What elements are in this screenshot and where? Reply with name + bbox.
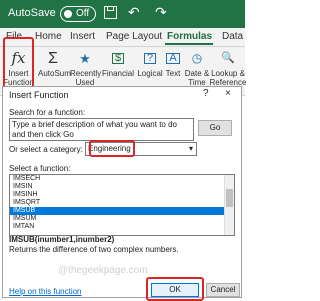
toggle-knob (64, 10, 72, 18)
autosave-state: Off (76, 8, 90, 19)
text-label: Text (165, 69, 181, 78)
autosave-toggle[interactable]: Off (60, 6, 96, 22)
watermark: @thegeekpage.com (58, 265, 148, 276)
category-label: Or select a category: (9, 145, 83, 154)
function-description: Returns the difference of two complex nu… (9, 245, 179, 254)
question-book-icon: ? (136, 47, 164, 69)
tab-insert[interactable]: Insert (70, 31, 95, 42)
cancel-button[interactable]: Cancel (206, 283, 240, 297)
ok-highlight (146, 277, 204, 301)
financial-book-icon: $ (101, 47, 135, 69)
lookup-label-line1: Lookup & (211, 69, 245, 78)
text-book-icon: A (164, 47, 182, 69)
close-icon[interactable]: × (225, 88, 231, 99)
logical-button[interactable]: ? Logical (136, 47, 164, 78)
logical-label: Logical (137, 69, 163, 78)
chevron-down-icon[interactable]: ▾ (185, 142, 197, 156)
lookup-book-icon: 🔍 (221, 51, 235, 64)
select-function-label: Select a function: (9, 164, 71, 173)
ribbon-tabs: File Home Insert Page Layout Formulas Da… (0, 28, 245, 47)
list-item[interactable]: IMTAN (10, 223, 234, 231)
list-item-selected[interactable]: IMSUB (10, 207, 234, 215)
list-item[interactable]: IMSUM (10, 215, 234, 223)
text-button[interactable]: A Text (164, 47, 182, 78)
function-list[interactable]: IMSECH IMSIN IMSINH IMSQRT IMSUB IMSUM I… (9, 174, 235, 236)
function-signature: IMSUB(inumber1,inumber2) (9, 235, 115, 244)
recently-used-label-line1: Recently (70, 69, 102, 78)
lookup-reference-button[interactable]: 🔍 Lookup & Reference (206, 47, 250, 87)
undo-icon[interactable]: ↶ (128, 4, 140, 21)
save-icon[interactable] (104, 6, 117, 19)
list-item[interactable]: IMSQRT (10, 199, 234, 207)
sigma-icon: Σ (48, 49, 58, 67)
help-link[interactable]: Help on this function (9, 287, 82, 296)
recently-used-button[interactable]: ★ Recently Used (70, 47, 102, 88)
list-scrollbar[interactable] (224, 175, 234, 235)
list-item[interactable]: IMSIN (10, 183, 234, 191)
tab-page-layout[interactable]: Page Layout (106, 31, 162, 42)
active-tab-underline (165, 43, 213, 45)
category-highlight (89, 140, 135, 157)
insert-function-highlight (3, 37, 34, 91)
star-book-icon: ★ (79, 50, 91, 66)
tab-home[interactable]: Home (35, 31, 62, 42)
help-icon[interactable]: ? (203, 88, 209, 99)
financial-label: Financial (101, 69, 134, 78)
function-search-input[interactable]: Type a brief description of what you wan… (9, 118, 194, 141)
scroll-thumb[interactable] (226, 189, 233, 207)
list-item[interactable]: IMSECH (10, 175, 234, 183)
title-bar: AutoSave Off ↶ ↷ (0, 0, 245, 28)
go-button[interactable]: Go (198, 120, 232, 136)
tab-data[interactable]: Data (222, 31, 243, 42)
autosum-label: AutoSum (38, 69, 71, 78)
financial-button[interactable]: $ Financial (101, 47, 135, 78)
autosave-label: AutoSave (8, 7, 56, 19)
tab-formulas[interactable]: Formulas (167, 31, 212, 42)
insert-function-dialog: Insert Function ? × Search for a functio… (2, 86, 242, 301)
list-item[interactable]: IMSINH (10, 191, 234, 199)
redo-icon[interactable]: ↷ (155, 4, 167, 21)
dialog-title: Insert Function (9, 90, 69, 100)
search-label: Search for a function: (9, 108, 86, 117)
autosum-button[interactable]: Σ AutoSum (38, 47, 71, 78)
